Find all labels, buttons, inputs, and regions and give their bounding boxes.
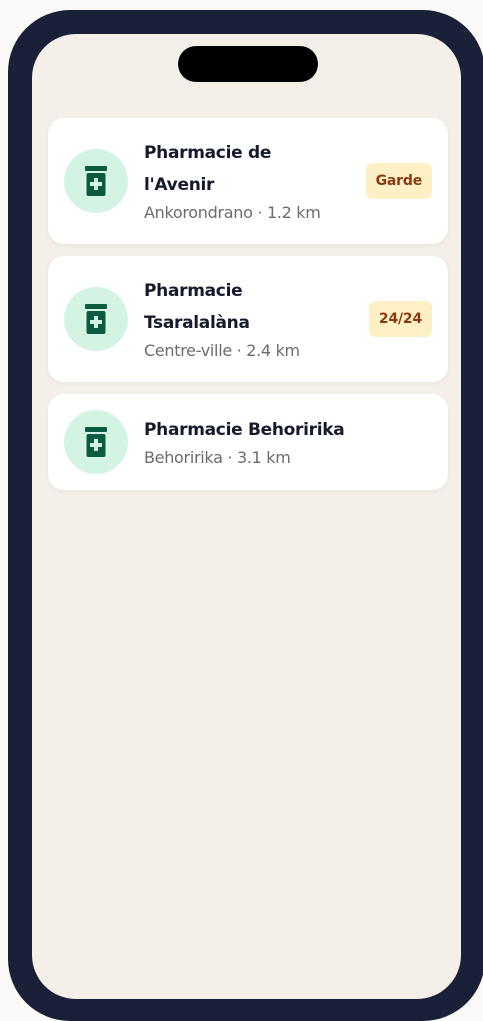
pharmacy-list: Pharmacie de l'Avenir Ankorondrano · 1.2… — [48, 118, 448, 502]
dynamic-island — [178, 46, 318, 82]
pharmacy-icon-badge — [64, 410, 128, 474]
pharmacy-name-line1: Pharmacie — [144, 281, 243, 301]
pharmacy-name: Pharmacie Behoririka — [144, 414, 432, 446]
pharmacy-name-line2: Tsaralalàna — [144, 313, 250, 333]
pharmacy-name-line1: Pharmacie de — [144, 143, 272, 163]
pharmacy-location-distance: Centre-ville · 2.4 km — [144, 341, 300, 360]
pharmacy-card-avenir[interactable]: Pharmacie de l'Avenir Ankorondrano · 1.2… — [48, 118, 448, 244]
pharmacy-card-behoririka[interactable]: Pharmacie Behoririka Behoririka · 3.1 km — [48, 394, 448, 490]
pharmacy-info: Pharmacie Tsaralalàna Centre-ville · 2.4… — [144, 275, 361, 363]
app-screen: Pharmacie de l'Avenir Ankorondrano · 1.2… — [32, 34, 461, 999]
pharmacy-info: Pharmacie de l'Avenir Ankorondrano · 1.2… — [144, 137, 358, 225]
status-badge: Garde — [365, 163, 432, 199]
pharmacy-name-line1: Pharmacie Behoririka — [144, 420, 345, 440]
pharmacy-icon-badge — [64, 149, 128, 213]
pharmacy-name: Pharmacie Tsaralalàna — [144, 275, 361, 339]
pharmacy-name-line2: l'Avenir — [144, 175, 215, 195]
pharmacy-info: Pharmacie Behoririka Behoririka · 3.1 km — [144, 414, 432, 470]
pharmacy-location-distance: Behoririka · 3.1 km — [144, 448, 291, 467]
phone-frame: Pharmacie de l'Avenir Ankorondrano · 1.2… — [8, 10, 483, 1021]
medicine-jar-icon — [85, 304, 107, 334]
pharmacy-location-distance: Ankorondrano · 1.2 km — [144, 203, 321, 222]
status-badge: 24/24 — [368, 301, 432, 337]
pharmacy-name: Pharmacie de l'Avenir — [144, 137, 358, 201]
medicine-jar-icon — [85, 427, 107, 457]
pharmacy-card-tsaralalana[interactable]: Pharmacie Tsaralalàna Centre-ville · 2.4… — [48, 256, 448, 382]
pharmacy-icon-badge — [64, 287, 128, 351]
medicine-jar-icon — [85, 166, 107, 196]
